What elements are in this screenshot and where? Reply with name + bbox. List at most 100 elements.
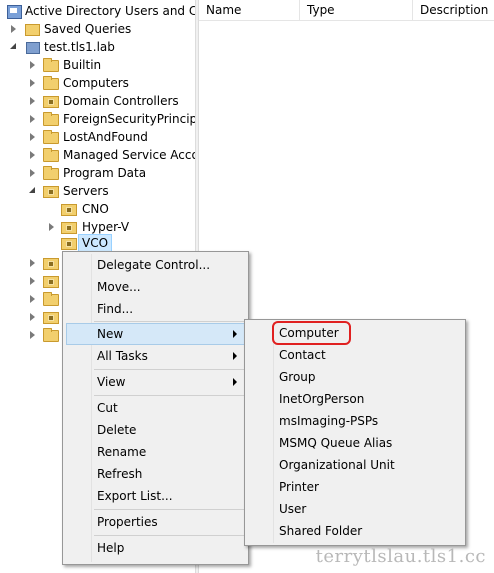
tree-item-hidden[interactable] [0, 272, 60, 290]
menu-item-export-list[interactable]: Export List... [66, 485, 245, 507]
menu-item-help[interactable]: Help [66, 537, 245, 559]
submenu-item-contact[interactable]: Contact [248, 344, 462, 366]
organizational-unit-icon [61, 238, 77, 250]
submenu-item-group[interactable]: Group [248, 366, 462, 388]
expand-arrow-icon[interactable] [28, 150, 37, 159]
tree-label: ForeignSecurityPrincipals [63, 112, 195, 126]
folder-icon [43, 58, 59, 72]
tree-item-managed-service-accounts[interactable]: Managed Service Accounts [0, 146, 195, 164]
column-header-description[interactable]: Description [413, 0, 494, 20]
annotation-highlight-circle [272, 321, 351, 345]
menu-item-cut[interactable]: Cut [66, 397, 245, 419]
menu-item-delegate-control[interactable]: Delegate Control... [66, 254, 245, 276]
expand-arrow-icon[interactable] [47, 222, 56, 231]
tree-item-lost-and-found[interactable]: LostAndFound [0, 128, 195, 146]
tree-item-servers[interactable]: Servers [0, 182, 195, 200]
submenu-item-inetorgperson[interactable]: InetOrgPerson [248, 388, 462, 410]
folder-icon [43, 76, 59, 90]
tree-item-cno[interactable]: CNO [0, 200, 195, 218]
submenu-item-organizational-unit[interactable]: Organizational Unit [248, 454, 462, 476]
tree-item-program-data[interactable]: Program Data [0, 164, 195, 182]
submenu-arrow-icon [233, 330, 237, 338]
column-header-type[interactable]: Type [300, 0, 413, 20]
folder-icon [43, 292, 59, 306]
expand-arrow-icon[interactable] [28, 294, 37, 303]
menu-item-refresh[interactable]: Refresh [66, 463, 245, 485]
menu-separator [94, 535, 244, 536]
menu-item-properties[interactable]: Properties [66, 511, 245, 533]
tree-label: Domain Controllers [63, 94, 179, 108]
tree-label: VCO [78, 234, 113, 252]
menu-item-view[interactable]: View [66, 371, 245, 393]
expand-arrow-icon[interactable] [28, 60, 37, 69]
expand-arrow-icon[interactable] [28, 114, 37, 123]
menu-item-find[interactable]: Find... [66, 298, 245, 320]
tree-label: Servers [63, 184, 109, 198]
tree-item-hidden[interactable] [0, 254, 60, 272]
expand-arrow-icon[interactable] [28, 276, 37, 285]
submenu-item-printer[interactable]: Printer [248, 476, 462, 498]
organizational-unit-icon [61, 222, 77, 234]
submenu-arrow-icon [233, 352, 237, 360]
submenu-item-shared-folder[interactable]: Shared Folder [248, 520, 462, 542]
expand-arrow-icon[interactable] [28, 168, 37, 177]
expand-arrow-icon[interactable] [28, 78, 37, 87]
expand-arrow-icon[interactable] [9, 24, 18, 33]
organizational-unit-icon [43, 276, 59, 288]
menu-item-all-tasks[interactable]: All Tasks [66, 345, 245, 367]
organizational-unit-icon [43, 312, 59, 324]
tree-item-foreign-security-principals[interactable]: ForeignSecurityPrincipals [0, 110, 195, 128]
context-menu: Delegate Control... Move... Find... New … [62, 251, 249, 565]
folder-icon [43, 112, 59, 126]
submenu-item-user[interactable]: User [248, 498, 462, 520]
aduc-icon [7, 4, 23, 19]
menu-item-delete[interactable]: Delete [66, 419, 245, 441]
tree-label: Managed Service Accounts [63, 148, 195, 162]
column-header-name[interactable]: Name [199, 0, 300, 20]
tree-item-hidden[interactable] [0, 326, 60, 344]
tree-item-domain[interactable]: test.tls1.lab [0, 38, 195, 56]
organizational-unit-icon [43, 186, 59, 198]
tree-item-builtin[interactable]: Builtin [0, 56, 195, 74]
menu-item-new[interactable]: New [66, 323, 245, 345]
organizational-unit-icon [43, 258, 59, 270]
watermark-text: terrytlslau.tls1.cc [315, 546, 486, 567]
expand-arrow-icon[interactable] [28, 312, 37, 321]
menu-separator [94, 395, 244, 396]
submenu-arrow-icon [233, 378, 237, 386]
tree-item-hidden[interactable] [0, 308, 60, 326]
tree-label: Saved Queries [44, 22, 132, 36]
tree-label: Program Data [63, 166, 147, 180]
menu-item-move[interactable]: Move... [66, 276, 245, 298]
tree-item-hidden[interactable] [0, 290, 60, 308]
domain-icon [25, 40, 40, 54]
menu-item-rename[interactable]: Rename [66, 441, 245, 463]
tree-label: Builtin [63, 58, 102, 72]
organizational-unit-icon [61, 204, 77, 216]
tree-label: Active Directory Users and Computers [25, 4, 195, 18]
tree-item-saved-queries[interactable]: Saved Queries [0, 20, 195, 38]
tree-item-root[interactable]: Active Directory Users and Computers [0, 2, 195, 20]
menu-item-label: View [97, 375, 126, 389]
tree-item-vco[interactable]: VCO [0, 234, 195, 252]
new-submenu: Computer Contact Group InetOrgPerson msI… [244, 319, 466, 546]
tree-label: test.tls1.lab [44, 40, 115, 54]
tree-item-computers[interactable]: Computers [0, 74, 195, 92]
menu-separator [94, 321, 244, 322]
tree-item-domain-controllers[interactable]: Domain Controllers [0, 92, 195, 110]
organizational-unit-icon [43, 96, 59, 108]
expand-arrow-icon[interactable] [28, 132, 37, 141]
folder-icon [43, 148, 59, 162]
folder-icon [43, 328, 59, 342]
expand-arrow-icon[interactable] [28, 330, 37, 339]
submenu-item-msimaging-psps[interactable]: msImaging-PSPs [248, 410, 462, 432]
submenu-item-msmq-queue-alias[interactable]: MSMQ Queue Alias [248, 432, 462, 454]
menu-item-label: New [97, 327, 124, 341]
collapse-arrow-icon[interactable] [28, 186, 37, 195]
tree-label: CNO [82, 202, 109, 216]
expand-arrow-icon[interactable] [28, 258, 37, 267]
collapse-arrow-icon[interactable] [9, 42, 18, 51]
menu-separator [94, 509, 244, 510]
expand-arrow-icon[interactable] [28, 96, 37, 105]
menu-item-label: All Tasks [97, 349, 148, 363]
